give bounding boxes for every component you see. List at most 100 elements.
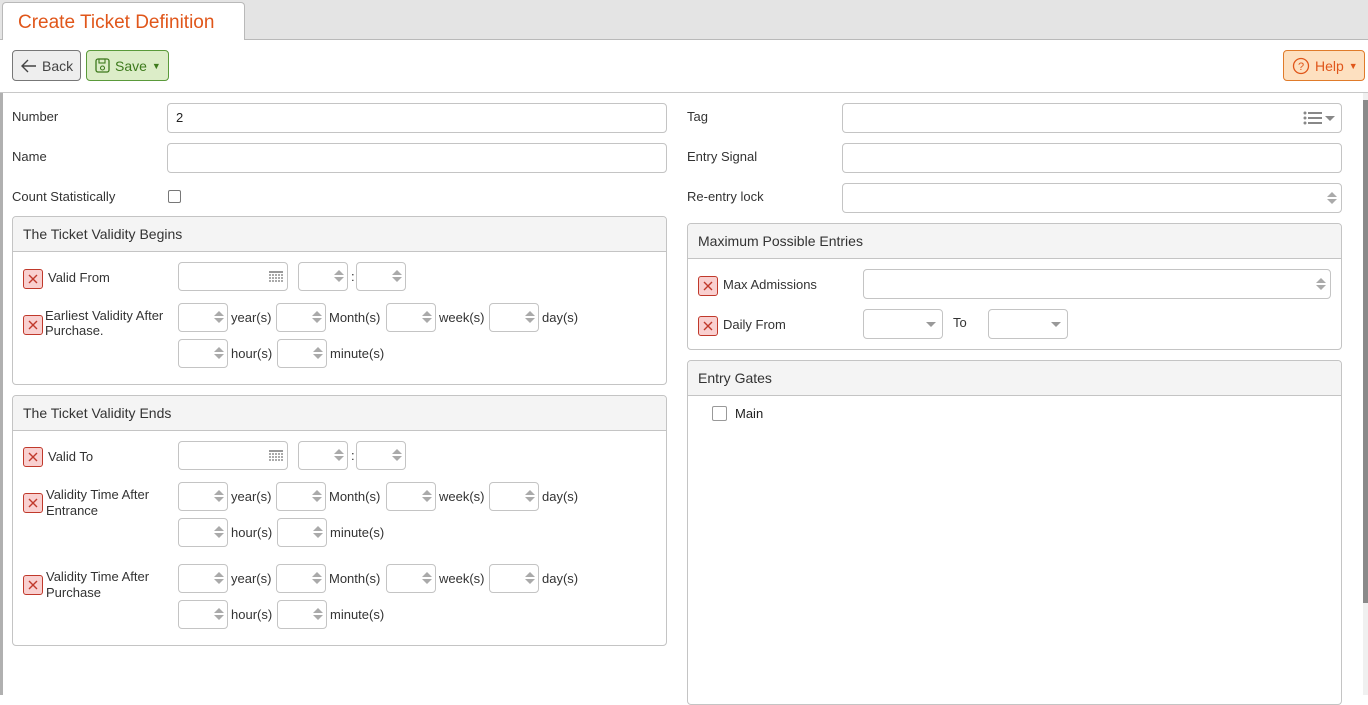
clear-after-entrance-button[interactable] bbox=[23, 493, 43, 513]
gate-main-label: Main bbox=[735, 406, 764, 421]
entrance-year-spinner[interactable] bbox=[178, 482, 228, 511]
save-label: Save bbox=[115, 57, 147, 74]
left-column: Number 2 Name Count Statistically The Ti… bbox=[0, 93, 677, 695]
validity-begins-panel: The Ticket Validity Begins Valid From : … bbox=[12, 216, 667, 385]
month-unit: Month(s) bbox=[329, 489, 381, 504]
purchase-hour-spinner[interactable] bbox=[178, 600, 228, 629]
purchase-month-spinner[interactable] bbox=[276, 564, 326, 593]
minute-unit: minute(s) bbox=[330, 607, 385, 622]
close-icon bbox=[28, 580, 38, 590]
valid-from-hour-spinner[interactable] bbox=[298, 262, 348, 291]
purchase-minute-spinner[interactable] bbox=[277, 600, 327, 629]
chevron-down-icon bbox=[926, 322, 936, 327]
entrance-week-spinner[interactable] bbox=[386, 482, 436, 511]
tab-bar: Create Ticket Definition bbox=[0, 0, 1368, 41]
question-circle-icon: ? bbox=[1292, 57, 1310, 75]
name-label: Name bbox=[12, 149, 47, 164]
minute-unit: minute(s) bbox=[330, 346, 385, 361]
gate-main-checkbox[interactable] bbox=[712, 406, 727, 421]
validity-ends-title: The Ticket Validity Ends bbox=[13, 396, 666, 431]
entrance-month-spinner[interactable] bbox=[276, 482, 326, 511]
entrance-minute-spinner[interactable] bbox=[277, 518, 327, 547]
close-icon bbox=[28, 320, 38, 330]
entrance-day-spinner[interactable] bbox=[489, 482, 539, 511]
earliest-month-spinner[interactable] bbox=[276, 303, 326, 332]
week-unit: week(s) bbox=[439, 489, 485, 504]
validity-begins-title: The Ticket Validity Begins bbox=[13, 217, 666, 252]
entrance-hour-spinner[interactable] bbox=[178, 518, 228, 547]
valid-from-minute-spinner[interactable] bbox=[356, 262, 406, 291]
after-purchase-label: Validity Time After Purchase bbox=[46, 569, 150, 600]
save-button[interactable]: Save ▼ bbox=[86, 50, 169, 81]
clear-earliest-validity-button[interactable] bbox=[23, 315, 43, 335]
week-unit: week(s) bbox=[439, 310, 485, 325]
purchase-day-spinner[interactable] bbox=[489, 564, 539, 593]
arrow-left-icon bbox=[21, 59, 37, 73]
list-dropdown-icon[interactable] bbox=[1303, 111, 1337, 128]
chevron-down-icon bbox=[1051, 322, 1061, 327]
reentry-lock-spinner[interactable] bbox=[842, 183, 1342, 213]
day-unit: day(s) bbox=[542, 310, 579, 325]
entry-gates-title: Entry Gates bbox=[688, 361, 1341, 396]
daily-to-select[interactable] bbox=[988, 309, 1068, 339]
valid-to-date-input[interactable] bbox=[178, 441, 288, 470]
month-unit: Month(s) bbox=[329, 310, 381, 325]
entry-signal-label: Entry Signal bbox=[687, 149, 758, 164]
entry-signal-input[interactable] bbox=[842, 143, 1342, 173]
name-input[interactable] bbox=[167, 143, 667, 173]
day-unit: day(s) bbox=[542, 571, 579, 586]
count-statistically-label: Count Statistically bbox=[12, 189, 116, 204]
clear-valid-to-button[interactable] bbox=[23, 447, 43, 467]
max-entries-panel: Maximum Possible Entries Max Admissions … bbox=[687, 223, 1342, 350]
clear-daily-from-button[interactable] bbox=[698, 316, 718, 336]
toolbar: Back Save ▼ ? Help ▼ bbox=[0, 40, 1368, 93]
entry-gates-panel: Entry Gates Main bbox=[687, 360, 1342, 705]
tag-select[interactable] bbox=[842, 103, 1342, 133]
month-unit: Month(s) bbox=[329, 571, 381, 586]
max-admissions-label: Max Admissions bbox=[723, 277, 817, 292]
validity-ends-panel: The Ticket Validity Ends Valid To : Vali… bbox=[12, 395, 667, 646]
time-colon: : bbox=[351, 448, 355, 463]
hour-unit: hour(s) bbox=[231, 346, 273, 361]
clear-max-admissions-button[interactable] bbox=[698, 276, 718, 296]
daily-from-select[interactable] bbox=[863, 309, 943, 339]
reentry-lock-label: Re-entry lock bbox=[687, 189, 764, 204]
number-input[interactable]: 2 bbox=[167, 103, 667, 133]
daily-from-label: Daily From bbox=[723, 317, 786, 332]
vertical-scrollbar[interactable] bbox=[1363, 93, 1368, 695]
time-colon: : bbox=[351, 269, 355, 284]
purchase-year-spinner[interactable] bbox=[178, 564, 228, 593]
valid-to-hour-spinner[interactable] bbox=[298, 441, 348, 470]
year-unit: year(s) bbox=[231, 489, 272, 504]
calendar-icon[interactable] bbox=[269, 450, 283, 465]
back-button[interactable]: Back bbox=[12, 50, 81, 81]
valid-from-date-input[interactable] bbox=[178, 262, 288, 291]
clear-after-purchase-button[interactable] bbox=[23, 575, 43, 595]
hour-unit: hour(s) bbox=[231, 607, 273, 622]
scrollbar-thumb[interactable] bbox=[1363, 100, 1368, 603]
clear-valid-from-button[interactable] bbox=[23, 269, 43, 289]
earliest-year-spinner[interactable] bbox=[178, 303, 228, 332]
tab-create-ticket-definition[interactable]: Create Ticket Definition bbox=[2, 2, 245, 41]
count-statistically-checkbox[interactable] bbox=[168, 190, 181, 203]
calendar-icon[interactable] bbox=[269, 271, 283, 286]
max-admissions-spinner[interactable] bbox=[863, 269, 1331, 299]
after-entrance-label: Validity Time After Entrance bbox=[46, 487, 150, 518]
help-button[interactable]: ? Help ▼ bbox=[1283, 50, 1365, 81]
right-column: Tag Entry Signal Re-entry lock Maximum P… bbox=[677, 93, 1363, 705]
purchase-week-spinner[interactable] bbox=[386, 564, 436, 593]
earliest-minute-spinner[interactable] bbox=[277, 339, 327, 368]
daily-to-label: To bbox=[953, 315, 967, 330]
valid-to-label: Valid To bbox=[48, 449, 94, 464]
valid-to-minute-spinner[interactable] bbox=[356, 441, 406, 470]
earliest-week-spinner[interactable] bbox=[386, 303, 436, 332]
earliest-hour-spinner[interactable] bbox=[178, 339, 228, 368]
svg-text:?: ? bbox=[1298, 61, 1304, 73]
close-icon bbox=[28, 498, 38, 508]
valid-from-label: Valid From bbox=[48, 270, 110, 285]
earliest-day-spinner[interactable] bbox=[489, 303, 539, 332]
caret-down-icon: ▼ bbox=[1348, 60, 1358, 71]
number-label: Number bbox=[12, 109, 59, 124]
earliest-validity-label: Earliest Validity After Purchase. bbox=[45, 308, 164, 338]
week-unit: week(s) bbox=[439, 571, 485, 586]
